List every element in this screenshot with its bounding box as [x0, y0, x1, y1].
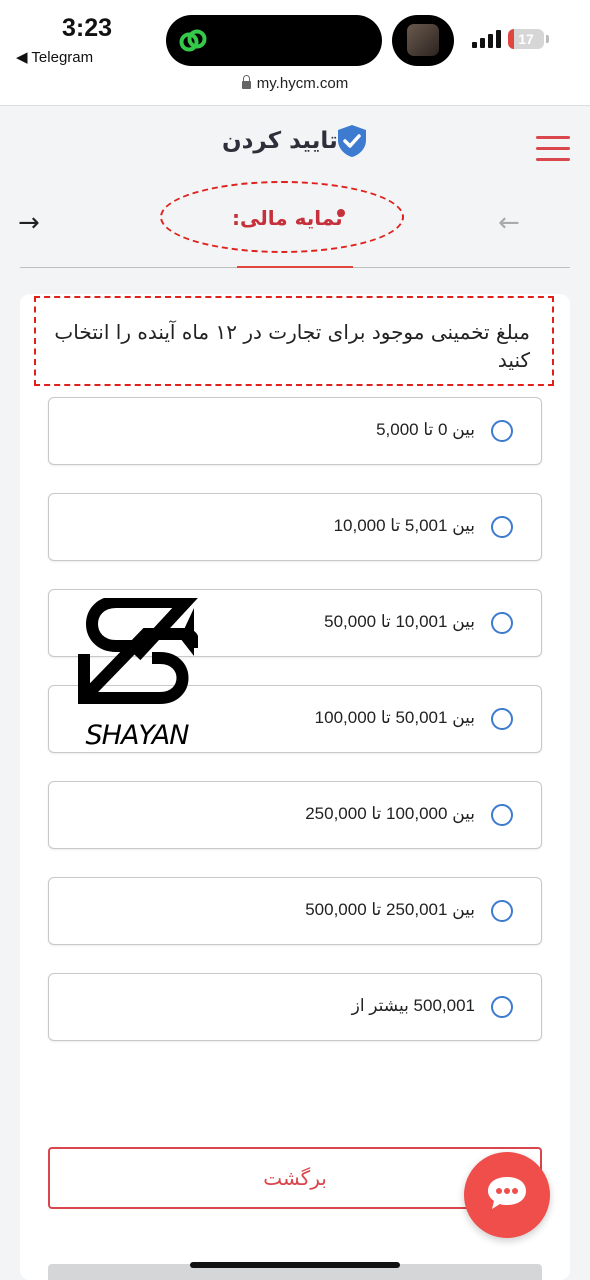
- url-bar[interactable]: my.hycm.com: [0, 70, 590, 106]
- option-label: بین 0 تا 5,000: [376, 420, 475, 439]
- link-icon: [179, 29, 207, 52]
- radio-button[interactable]: [491, 804, 513, 826]
- option-10001-50000[interactable]: بین 10,001 تا 50,000: [48, 589, 542, 657]
- option-over-500001[interactable]: 500,001 بیشتر از: [48, 973, 542, 1041]
- arrow-left-icon[interactable]: ←: [498, 208, 520, 238]
- battery-level: 17: [518, 31, 534, 47]
- arrow-right-icon[interactable]: →: [18, 208, 40, 238]
- step-navigation: → نمایه مالی: ←: [0, 181, 590, 270]
- current-step-label: نمایه مالی:: [232, 206, 343, 230]
- option-label: بین 50,001 تا 100,000: [314, 708, 475, 727]
- battery-icon: 17: [508, 29, 544, 49]
- chat-bubble-icon: [488, 1177, 526, 1209]
- url-text: my.hycm.com: [256, 75, 349, 92]
- back-to-telegram-link[interactable]: ◀ Telegram: [16, 48, 93, 66]
- lock-icon: [241, 75, 251, 89]
- app-header: تایید کردن: [0, 106, 590, 190]
- back-button-label: برگشت: [263, 1166, 327, 1190]
- option-label: بین 5,001 تا 10,000: [333, 516, 475, 535]
- question-text: مبلغ تخمینی موجود برای تجارت در ۱۲ ماه آ…: [54, 320, 530, 372]
- hamburger-menu-icon[interactable]: [536, 136, 570, 162]
- now-playing-thumbnail[interactable]: [392, 15, 454, 66]
- option-label: بین 10,001 تا 50,000: [324, 612, 475, 631]
- option-5001-10000[interactable]: بین 5,001 تا 10,000: [48, 493, 542, 561]
- radio-button[interactable]: [491, 516, 513, 538]
- active-step-underline: [237, 266, 353, 268]
- battery-cap: [546, 35, 549, 43]
- page-title: تایید کردن: [222, 128, 338, 154]
- home-indicator: [190, 1262, 400, 1268]
- option-label: بین 100,000 تا 250,000: [305, 804, 475, 823]
- radio-button[interactable]: [491, 708, 513, 730]
- status-time: 3:23: [62, 14, 113, 42]
- media-artwork: [407, 24, 439, 56]
- option-250001-500000[interactable]: بین 250,001 تا 500,000: [48, 877, 542, 945]
- option-50001-100000[interactable]: بین 50,001 تا 100,000: [48, 685, 542, 753]
- status-bar: 3:23 ◀ Telegram 17: [0, 0, 590, 70]
- signal-strength-icon: [472, 30, 501, 48]
- option-label: 500,001 بیشتر از: [351, 996, 475, 1015]
- option-100000-250000[interactable]: بین 100,000 تا 250,000: [48, 781, 542, 849]
- shield-check-icon: [338, 125, 366, 157]
- radio-button[interactable]: [491, 996, 513, 1018]
- radio-button[interactable]: [491, 900, 513, 922]
- dynamic-island: [166, 15, 382, 66]
- radio-button[interactable]: [491, 612, 513, 634]
- radio-button[interactable]: [491, 420, 513, 442]
- option-label: بین 250,001 تا 500,000: [305, 900, 475, 919]
- option-0-5000[interactable]: بین 0 تا 5,000: [48, 397, 542, 465]
- chat-button[interactable]: [464, 1152, 550, 1238]
